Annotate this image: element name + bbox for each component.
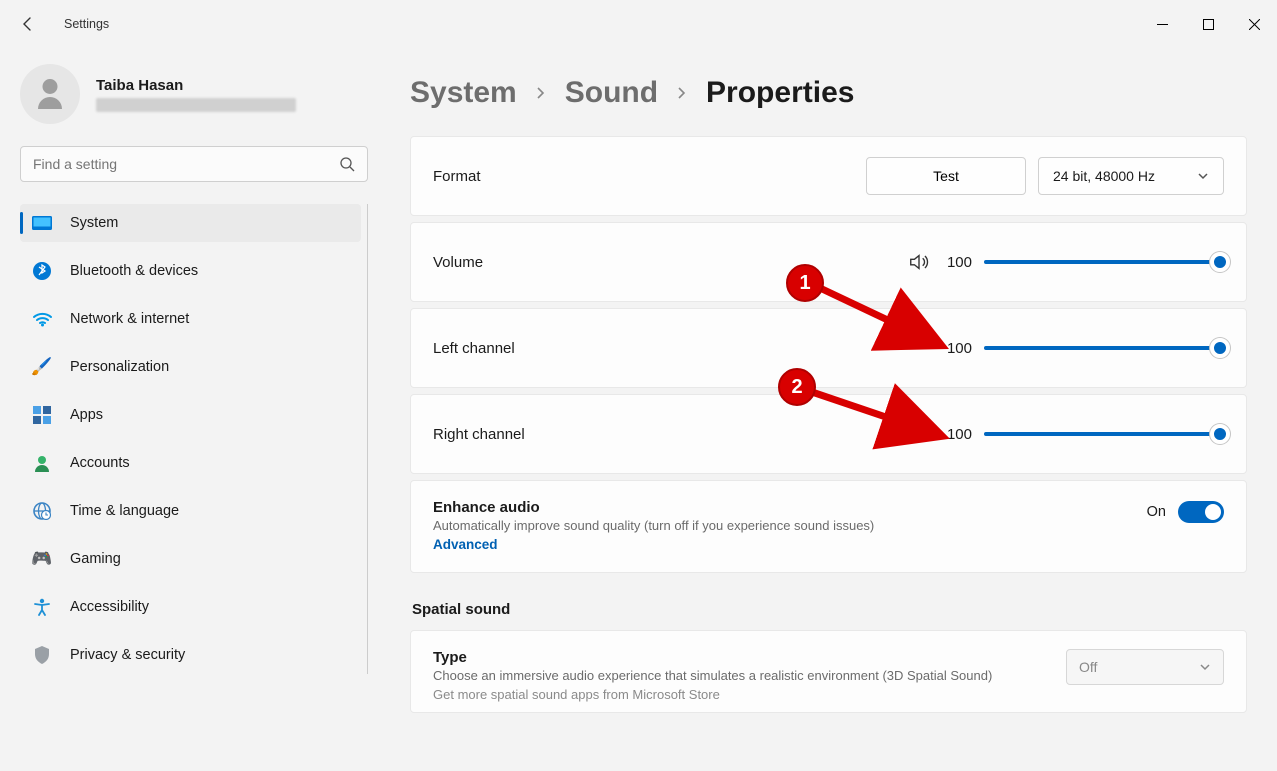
format-label: Format (433, 168, 481, 185)
maximize-icon (1203, 19, 1214, 30)
annotation-arrow-2 (802, 382, 952, 452)
back-button[interactable] (8, 4, 48, 44)
enhance-toggle[interactable] (1178, 501, 1224, 523)
accessibility-icon (32, 597, 52, 617)
account-icon (32, 453, 52, 473)
search-box[interactable] (20, 146, 368, 182)
toggle-knob (1205, 504, 1221, 520)
annotation-badge-1: 1 (786, 264, 824, 302)
left-channel-slider[interactable] (984, 346, 1224, 350)
right-channel-slider[interactable] (984, 432, 1224, 436)
wifi-icon (32, 309, 52, 329)
slider-thumb[interactable] (1210, 424, 1230, 444)
nav-label: Gaming (70, 551, 121, 567)
format-select[interactable]: 24 bit, 48000 Hz (1038, 157, 1224, 195)
display-icon (32, 213, 52, 233)
maximize-button[interactable] (1185, 8, 1231, 40)
app-title: Settings (64, 17, 109, 31)
nav-item-personalization[interactable]: 🖌️ Personalization (20, 348, 361, 386)
breadcrumb-sound[interactable]: Sound (565, 76, 658, 110)
arrow-left-icon (20, 16, 36, 32)
close-button[interactable] (1231, 8, 1277, 40)
nav-label: System (70, 215, 118, 231)
right-channel-label: Right channel (433, 426, 525, 443)
nav-label: Accounts (70, 455, 130, 471)
chevron-right-icon (535, 83, 547, 104)
nav-label: Bluetooth & devices (70, 263, 198, 279)
chevron-right-icon (676, 83, 688, 104)
annotation-arrow-1 (810, 278, 950, 358)
paintbrush-icon: 🖌️ (32, 357, 52, 377)
annotation-badge-2: 2 (778, 368, 816, 406)
nav-item-network[interactable]: Network & internet (20, 300, 361, 338)
breadcrumb-system[interactable]: System (410, 76, 517, 110)
gamepad-icon: 🎮 (32, 549, 52, 569)
slider-thumb[interactable] (1210, 338, 1230, 358)
person-icon (32, 76, 68, 112)
nav-list: System Bluetooth & devices Network & int… (20, 204, 368, 674)
sidebar: Taiba Hasan System Bluetooth & devices (0, 48, 380, 771)
enhance-subtitle: Automatically improve sound quality (tur… (433, 518, 1147, 533)
nav-item-accounts[interactable]: Accounts (20, 444, 361, 482)
profile-name: Taiba Hasan (96, 77, 296, 94)
avatar (20, 64, 80, 124)
enhance-audio-card: Enhance audio Automatically improve soun… (410, 480, 1247, 573)
search-icon (339, 156, 355, 172)
globe-clock-icon (32, 501, 52, 521)
spatial-title: Type (433, 649, 1046, 666)
nav-item-privacy[interactable]: Privacy & security (20, 636, 361, 674)
nav-item-apps[interactable]: Apps (20, 396, 361, 434)
search-input[interactable] (33, 156, 339, 172)
enhance-state: On (1147, 504, 1166, 520)
nav-label: Time & language (70, 503, 179, 519)
titlebar: Settings (0, 0, 1277, 48)
nav-item-system[interactable]: System (20, 204, 361, 242)
apps-icon (32, 405, 52, 425)
format-selected: 24 bit, 48000 Hz (1053, 168, 1155, 184)
profile-email-redacted (96, 98, 296, 112)
volume-slider[interactable] (984, 260, 1224, 264)
shield-icon (32, 645, 52, 665)
spatial-heading: Spatial sound (412, 601, 1247, 618)
enhance-title: Enhance audio (433, 499, 1147, 516)
breadcrumb: System Sound Properties (410, 76, 1247, 110)
spatial-subtitle: Choose an immersive audio experience tha… (433, 668, 1033, 683)
minimize-icon (1157, 19, 1168, 30)
nav-label: Network & internet (70, 311, 189, 327)
test-button[interactable]: Test (866, 157, 1026, 195)
format-card: Format Test 24 bit, 48000 Hz (410, 136, 1247, 216)
bluetooth-icon (32, 261, 52, 281)
slider-thumb[interactable] (1210, 252, 1230, 272)
left-channel-label: Left channel (433, 340, 515, 357)
nav-item-gaming[interactable]: 🎮 Gaming (20, 540, 361, 578)
nav-label: Accessibility (70, 599, 149, 615)
close-icon (1249, 19, 1260, 30)
volume-value: 100 (942, 254, 972, 271)
nav-label: Apps (70, 407, 103, 423)
nav-item-bluetooth[interactable]: Bluetooth & devices (20, 252, 361, 290)
nav-item-accessibility[interactable]: Accessibility (20, 588, 361, 626)
profile-block[interactable]: Taiba Hasan (20, 64, 368, 124)
spatial-selected: Off (1079, 659, 1097, 675)
chevron-down-icon (1197, 170, 1209, 182)
nav-item-time-language[interactable]: Time & language (20, 492, 361, 530)
enhance-advanced-link[interactable]: Advanced (433, 537, 498, 552)
chevron-down-icon (1199, 661, 1211, 673)
spatial-more: Get more spatial sound apps from Microso… (433, 687, 1046, 702)
minimize-button[interactable] (1139, 8, 1185, 40)
window-controls (1139, 8, 1277, 40)
volume-label: Volume (433, 254, 483, 271)
breadcrumb-current: Properties (706, 76, 854, 110)
nav-label: Personalization (70, 359, 169, 375)
speaker-icon (908, 251, 930, 273)
spatial-card: Type Choose an immersive audio experienc… (410, 630, 1247, 713)
nav-label: Privacy & security (70, 647, 185, 663)
spatial-select[interactable]: Off (1066, 649, 1224, 685)
